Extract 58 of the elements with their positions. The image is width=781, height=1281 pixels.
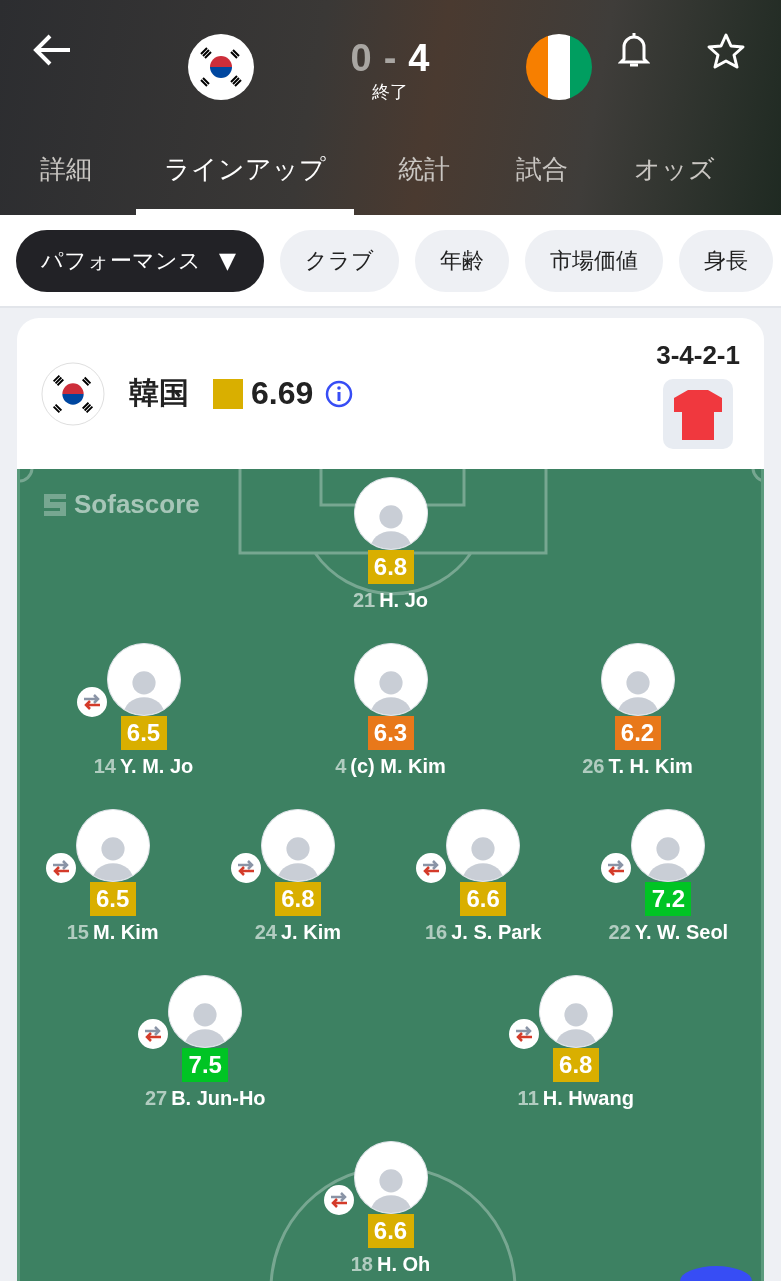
team-score: 4 [408,38,430,78]
player-name: B. Jun-Ho [171,1087,266,1110]
tab[interactable]: 詳細 [18,130,114,215]
shirt-number: 18 [350,1253,373,1276]
player-name: J. Kim [281,921,341,944]
player-rating: 6.8 [552,1048,599,1082]
bell-icon[interactable] [618,30,650,70]
shirt-number: 14 [93,755,116,778]
shirt-number: 26 [582,755,605,778]
player-rating: 6.3 [367,716,414,750]
player-name: H. Hwang [542,1087,634,1110]
formation: 3-4-2-1 [656,340,740,371]
team-name: 韓国 [129,374,189,412]
team-score: 0 [350,38,372,78]
filter-chip[interactable]: 年齢 [414,229,509,292]
tab[interactable]: オッズ [612,130,737,215]
south-korea-flag-icon [41,361,105,426]
filter-chip[interactable]: 身長 [678,229,773,292]
rating-square-icon [213,378,243,409]
shirt-number: 21 [352,589,376,612]
filter-chip[interactable]: 市場価値 [524,229,663,292]
player-name: Y. W. Seol [634,921,729,944]
player-name: H. Jo [379,589,429,612]
south-korea-flag-icon [188,34,254,100]
player-rating: 6.8 [274,882,321,916]
ivory-coast-flag-icon [526,34,592,100]
match-status: 終了 [372,80,408,104]
score-separator: - [383,38,397,78]
shirt-number: 4 [335,755,347,778]
shirt-icon [674,390,723,440]
shirt-number: 11 [517,1087,539,1110]
player-name: (c) M. Kim [350,755,446,778]
info-icon[interactable] [325,379,354,408]
player-name: H. Oh [376,1253,431,1276]
player-name: Y. M. Jo [119,755,194,778]
player-name: T. H. Kim [608,755,693,778]
player-rating: 7.2 [645,882,692,916]
shirt-number: 24 [254,921,277,944]
tab[interactable]: 試合 [494,130,590,215]
star-icon[interactable] [706,32,746,70]
filter-chip[interactable]: パフォーマンス ▼ [16,229,264,292]
shirt-number: 22 [608,921,631,944]
shirt-number: 15 [66,921,89,944]
sofascore-logo: Sofascore [42,489,200,520]
player-name: J. S. Park [451,921,542,944]
player-rating: 6.5 [89,882,136,916]
player-rating: 6.6 [460,882,507,916]
team-rating: 6.69 [251,375,314,412]
shirt-number: 16 [424,921,448,944]
player-rating: 6.6 [367,1214,414,1248]
tab[interactable]: 統計 [376,130,472,215]
player-rating: 6.2 [614,716,661,750]
shirt-number: 27 [144,1087,168,1110]
player-rating: 6.5 [120,716,167,750]
player-rating: 6.8 [367,550,414,584]
player-name: M. Kim [92,921,159,944]
player-rating: 7.5 [182,1048,229,1082]
filter-chip[interactable]: クラブ [279,229,399,292]
